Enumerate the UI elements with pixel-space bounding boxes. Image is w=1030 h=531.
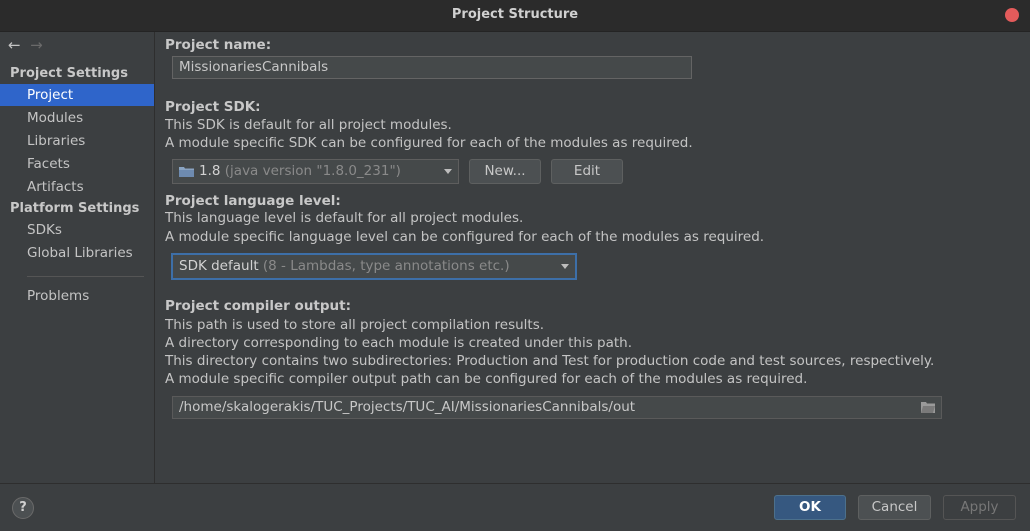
- sidebar-item-modules[interactable]: Modules: [0, 107, 154, 129]
- compiler-output-desc-2: A directory corresponding to each module…: [165, 335, 633, 351]
- project-sdk-desc-2: A module specific SDK can be configured …: [165, 135, 693, 151]
- window-title: Project Structure: [451, 7, 579, 22]
- project-name-field[interactable]: MissionariesCannibals: [172, 56, 692, 79]
- sidebar-item-project[interactable]: Project: [0, 84, 154, 106]
- project-settings-panel: Project name: MissionariesCannibals Proj…: [155, 32, 1030, 483]
- language-level-selected-detail: (8 - Lambdas, type annotations etc.): [262, 258, 510, 274]
- compiler-output-desc-1: This path is used to store all project c…: [165, 317, 545, 333]
- project-name-label: Project name:: [165, 37, 272, 53]
- sdk-selected-detail: (java version "1.8.0_231"): [224, 163, 401, 179]
- new-sdk-button[interactable]: New...: [469, 159, 541, 184]
- sidebar-item-problems[interactable]: Problems: [0, 285, 154, 307]
- browse-folder-icon[interactable]: [921, 401, 935, 413]
- sidebar-item-libraries[interactable]: Libraries: [0, 130, 154, 152]
- close-icon[interactable]: [1005, 8, 1019, 22]
- compiler-output-path-field[interactable]: /home/skalogerakis/TUC_Projects/TUC_AI/M…: [172, 396, 942, 419]
- nav-arrows: ← →: [8, 36, 48, 54]
- forward-arrow-icon[interactable]: →: [30, 36, 48, 54]
- sidebar-item-facets[interactable]: Facets: [0, 153, 154, 175]
- ok-button[interactable]: OK: [774, 495, 846, 520]
- compiler-output-desc-4: A module specific compiler output path c…: [165, 371, 808, 387]
- chevron-down-icon: [561, 264, 569, 269]
- dialog-footer: ? OK Cancel Apply: [0, 483, 1030, 531]
- sidebar-item-global-libraries[interactable]: Global Libraries: [0, 242, 154, 264]
- sdk-selected-main: 1.8: [199, 163, 221, 179]
- edit-sdk-button[interactable]: Edit: [551, 159, 623, 184]
- title-bar: Project Structure: [0, 0, 1030, 32]
- project-sdk-desc-1: This SDK is default for all project modu…: [165, 117, 452, 133]
- sidebar-item-artifacts[interactable]: Artifacts: [0, 176, 154, 198]
- project-settings-header: Project Settings: [10, 66, 128, 81]
- project-sdk-label: Project SDK:: [165, 99, 261, 115]
- cancel-button[interactable]: Cancel: [858, 495, 931, 520]
- help-icon[interactable]: ?: [12, 497, 34, 519]
- compiler-output-path: /home/skalogerakis/TUC_Projects/TUC_AI/M…: [179, 399, 636, 415]
- language-level-label: Project language level:: [165, 193, 341, 209]
- language-level-desc-1: This language level is default for all p…: [165, 210, 524, 226]
- back-arrow-icon[interactable]: ←: [8, 36, 26, 54]
- language-level-desc-2: A module specific language level can be …: [165, 229, 765, 245]
- sidebar-divider: [27, 276, 144, 277]
- platform-settings-header: Platform Settings: [10, 201, 140, 216]
- language-level-selected-main: SDK default: [179, 258, 259, 274]
- apply-button[interactable]: Apply: [943, 495, 1016, 520]
- chevron-down-icon: [444, 169, 452, 174]
- sidebar-item-sdks[interactable]: SDKs: [0, 219, 154, 241]
- sidebar: ← → Project Settings Project Modules Lib…: [0, 32, 155, 483]
- project-sdk-dropdown[interactable]: 1.8 (java version "1.8.0_231"): [172, 159, 459, 184]
- folder-icon: [179, 167, 194, 177]
- compiler-output-desc-3: This directory contains two subdirectori…: [165, 353, 935, 369]
- language-level-dropdown[interactable]: SDK default (8 - Lambdas, type annotatio…: [171, 253, 577, 280]
- compiler-output-label: Project compiler output:: [165, 298, 352, 314]
